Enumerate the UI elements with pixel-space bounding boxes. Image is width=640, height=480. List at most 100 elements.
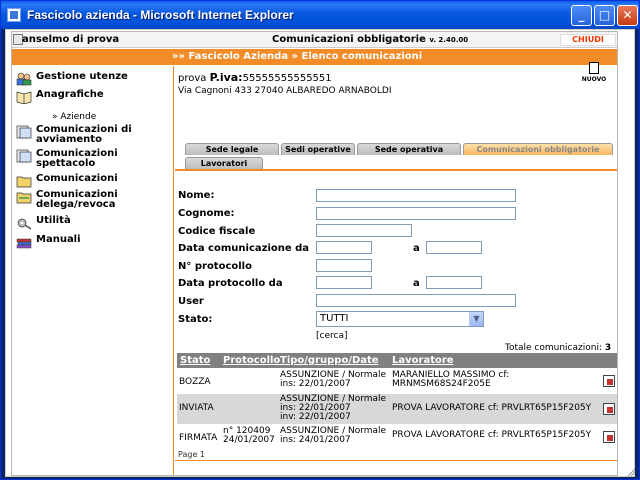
total-count: 3 bbox=[604, 343, 612, 353]
tab-lavoratori[interactable]: Lavoratori bbox=[185, 157, 263, 169]
sidebar-item-label: Utilità bbox=[36, 215, 71, 226]
table-row[interactable]: FIRMATA n° 120409 24/01/2007 ASSUNZIONE … bbox=[177, 426, 617, 448]
company-address: Via Cagnoni 433 27040 ALBAREDO ARNABOLDI bbox=[178, 86, 392, 96]
protocollo-label: N° protocollo bbox=[178, 261, 252, 272]
piva-label: P.iva: bbox=[209, 71, 243, 84]
close-window-button[interactable]: ✕ bbox=[617, 5, 638, 26]
sidebar-subitem-aziende[interactable]: » Aziende bbox=[52, 112, 96, 122]
window-title: Fascicolo azienda - Microsoft Internet E… bbox=[27, 8, 294, 22]
cell-stato: INVIATA bbox=[179, 403, 214, 413]
books-icon bbox=[16, 235, 32, 249]
data-protocollo-da-input[interactable] bbox=[316, 276, 372, 289]
chiudi-button[interactable]: CHIUDI bbox=[560, 34, 616, 46]
chevron-down-icon[interactable]: ▼ bbox=[469, 312, 483, 326]
stato-label: Stato: bbox=[178, 314, 213, 325]
a-label: a bbox=[413, 243, 420, 254]
edit-icon[interactable] bbox=[603, 403, 615, 415]
sidebar-item-label: Comunicazioni bbox=[36, 173, 118, 184]
minimize-button[interactable]: _ bbox=[571, 5, 592, 26]
new-document-icon bbox=[589, 62, 599, 74]
sidebar-item-label: Anagrafiche bbox=[36, 89, 104, 100]
sidebar-item-comunicazioni[interactable]: Comunicazioni bbox=[16, 174, 118, 188]
cell-lavoratore-line1: PROVA LAVORATORE cf: PRVLRT65P15F205Y bbox=[392, 430, 592, 440]
page-title-text: Comunicazioni obbligatorie bbox=[272, 34, 426, 45]
sidebar-item-comunicazioni-avviamento[interactable]: Comunicazioni di avviamento bbox=[16, 125, 156, 145]
sidebar-item-label: Manuali bbox=[36, 234, 81, 245]
ie-icon bbox=[7, 8, 21, 22]
user-label: User bbox=[178, 296, 204, 307]
sidebar-item-label: Comunicazioni delega/revoca bbox=[36, 189, 118, 210]
cell-tipo-line2: ins: 22/01/2007 bbox=[280, 379, 351, 389]
data-comunicazione-da-input[interactable] bbox=[316, 241, 372, 254]
main-content: prova P.iva:55555555555551 Via Cagnoni 4… bbox=[175, 62, 617, 475]
column-header-tipo[interactable]: Tipo/gruppo/Date bbox=[280, 355, 379, 366]
users-icon bbox=[16, 72, 32, 86]
piva-value: 55555555555551 bbox=[242, 73, 332, 84]
protocollo-input[interactable] bbox=[316, 259, 372, 272]
codice-fiscale-input[interactable] bbox=[316, 224, 412, 237]
tab-comunicazioni-obbligatorie[interactable]: Comunicazioni obbligatorie bbox=[463, 143, 613, 155]
table-row[interactable]: BOZZA ASSUNZIONE / Normale ins: 22/01/20… bbox=[177, 370, 617, 392]
title-bar[interactable]: Fascicolo azienda - Microsoft Internet E… bbox=[1, 1, 639, 29]
user-input[interactable] bbox=[316, 294, 516, 307]
tools-icon bbox=[16, 216, 32, 230]
user-name: anselmo di prova bbox=[22, 34, 120, 45]
column-header-lavoratore[interactable]: Lavoratore bbox=[392, 355, 454, 366]
app-header: anselmo di prova Comunicazioni obbligato… bbox=[12, 32, 617, 48]
codice-fiscale-label: Codice fiscale bbox=[178, 226, 256, 237]
cell-stato: BOZZA bbox=[179, 377, 211, 387]
pagination-label: Page 1 bbox=[178, 450, 205, 459]
version-label: v. 2.40.00 bbox=[429, 36, 469, 44]
data-comunicazione-a-input[interactable] bbox=[426, 241, 482, 254]
sidebar-item-label: Comunicazioni spettacolo bbox=[36, 148, 118, 169]
sidebar-item-comunicazioni-spettacolo[interactable]: Comunicazioni spettacolo bbox=[16, 149, 136, 169]
data-comunicazione-label: Data comunicazione da bbox=[178, 243, 310, 254]
tab-sede-operativa[interactable]: Sede operativa bbox=[357, 143, 461, 155]
tab-sedi-operative[interactable]: Sedi operative bbox=[281, 143, 355, 155]
book-icon bbox=[16, 90, 32, 105]
stato-selected-value: TUTTI bbox=[320, 313, 349, 324]
folder-icon bbox=[16, 174, 32, 188]
column-header-protocollo[interactable]: Protocollo bbox=[223, 355, 280, 366]
maximize-button[interactable]: □ bbox=[594, 5, 615, 26]
sidebar-item-anagrafiche[interactable]: Anagrafiche bbox=[16, 89, 104, 105]
sidebar-item-comunicazioni-delega[interactable]: Comunicazioni delega/revoca bbox=[16, 190, 136, 210]
table-row[interactable]: INVIATA ASSUNZIONE / Normale ins: 22/01/… bbox=[177, 394, 617, 424]
sidebar-item-manuali[interactable]: Manuali bbox=[16, 235, 81, 249]
nome-input[interactable] bbox=[316, 189, 516, 202]
company-name: prova bbox=[178, 73, 207, 84]
cerca-link[interactable]: [cerca] bbox=[316, 331, 347, 341]
page-title: Comunicazioni obbligatorie v. 2.40.00 bbox=[272, 34, 468, 45]
cell-lavoratore-line2: MRNMSM68S24F205E bbox=[392, 379, 491, 389]
nuovo-label: NUOVO bbox=[581, 76, 607, 83]
cell-tipo-line2: ins: 24/01/2007 bbox=[280, 435, 351, 445]
cognome-input[interactable] bbox=[316, 207, 516, 220]
sidebar-item-gestione-utenze[interactable]: Gestione utenze bbox=[16, 72, 128, 86]
data-protocollo-label: Data protocollo da bbox=[178, 278, 283, 289]
cognome-label: Cognome: bbox=[178, 208, 235, 219]
a2-label: a bbox=[413, 278, 420, 289]
cell-tipo-line3: inv: 22/01/2007 bbox=[280, 412, 351, 422]
sidebar-item-label: Comunicazioni di avviamento bbox=[36, 124, 132, 145]
edit-icon[interactable] bbox=[603, 375, 615, 387]
cell-stato: FIRMATA bbox=[179, 433, 218, 443]
sidebar-item-label: Gestione utenze bbox=[36, 71, 128, 82]
resize-grip-icon[interactable] bbox=[626, 467, 636, 477]
table-bottom-border bbox=[175, 460, 617, 461]
total-label: Totale comunicazioni: bbox=[505, 343, 602, 353]
edit-icon[interactable] bbox=[603, 431, 615, 443]
breadcrumb: »» Fascicolo Azienda » Elenco comunicazi… bbox=[12, 49, 617, 65]
browser-window: Fascicolo azienda - Microsoft Internet E… bbox=[0, 0, 640, 480]
nuovo-button[interactable]: NUOVO bbox=[579, 62, 609, 83]
sidebar: Gestione utenze Anagrafiche » Aziende Co… bbox=[12, 66, 174, 475]
column-header-stato[interactable]: Stato bbox=[180, 355, 210, 366]
stato-select[interactable]: TUTTI ▼ bbox=[316, 311, 484, 327]
data-protocollo-a-input[interactable] bbox=[426, 276, 482, 289]
app-frame: anselmo di prova Comunicazioni obbligato… bbox=[11, 31, 618, 476]
document-icon bbox=[16, 125, 32, 139]
table-header: Stato Protocollo Tipo/gruppo/Date Lavora… bbox=[177, 353, 617, 368]
cell-protocollo-line2: 24/01/2007 bbox=[223, 435, 275, 445]
company-info: prova P.iva:55555555555551 bbox=[178, 71, 332, 84]
sidebar-item-utilita[interactable]: Utilità bbox=[16, 216, 71, 230]
tab-sede-legale[interactable]: Sede legale bbox=[185, 143, 279, 155]
